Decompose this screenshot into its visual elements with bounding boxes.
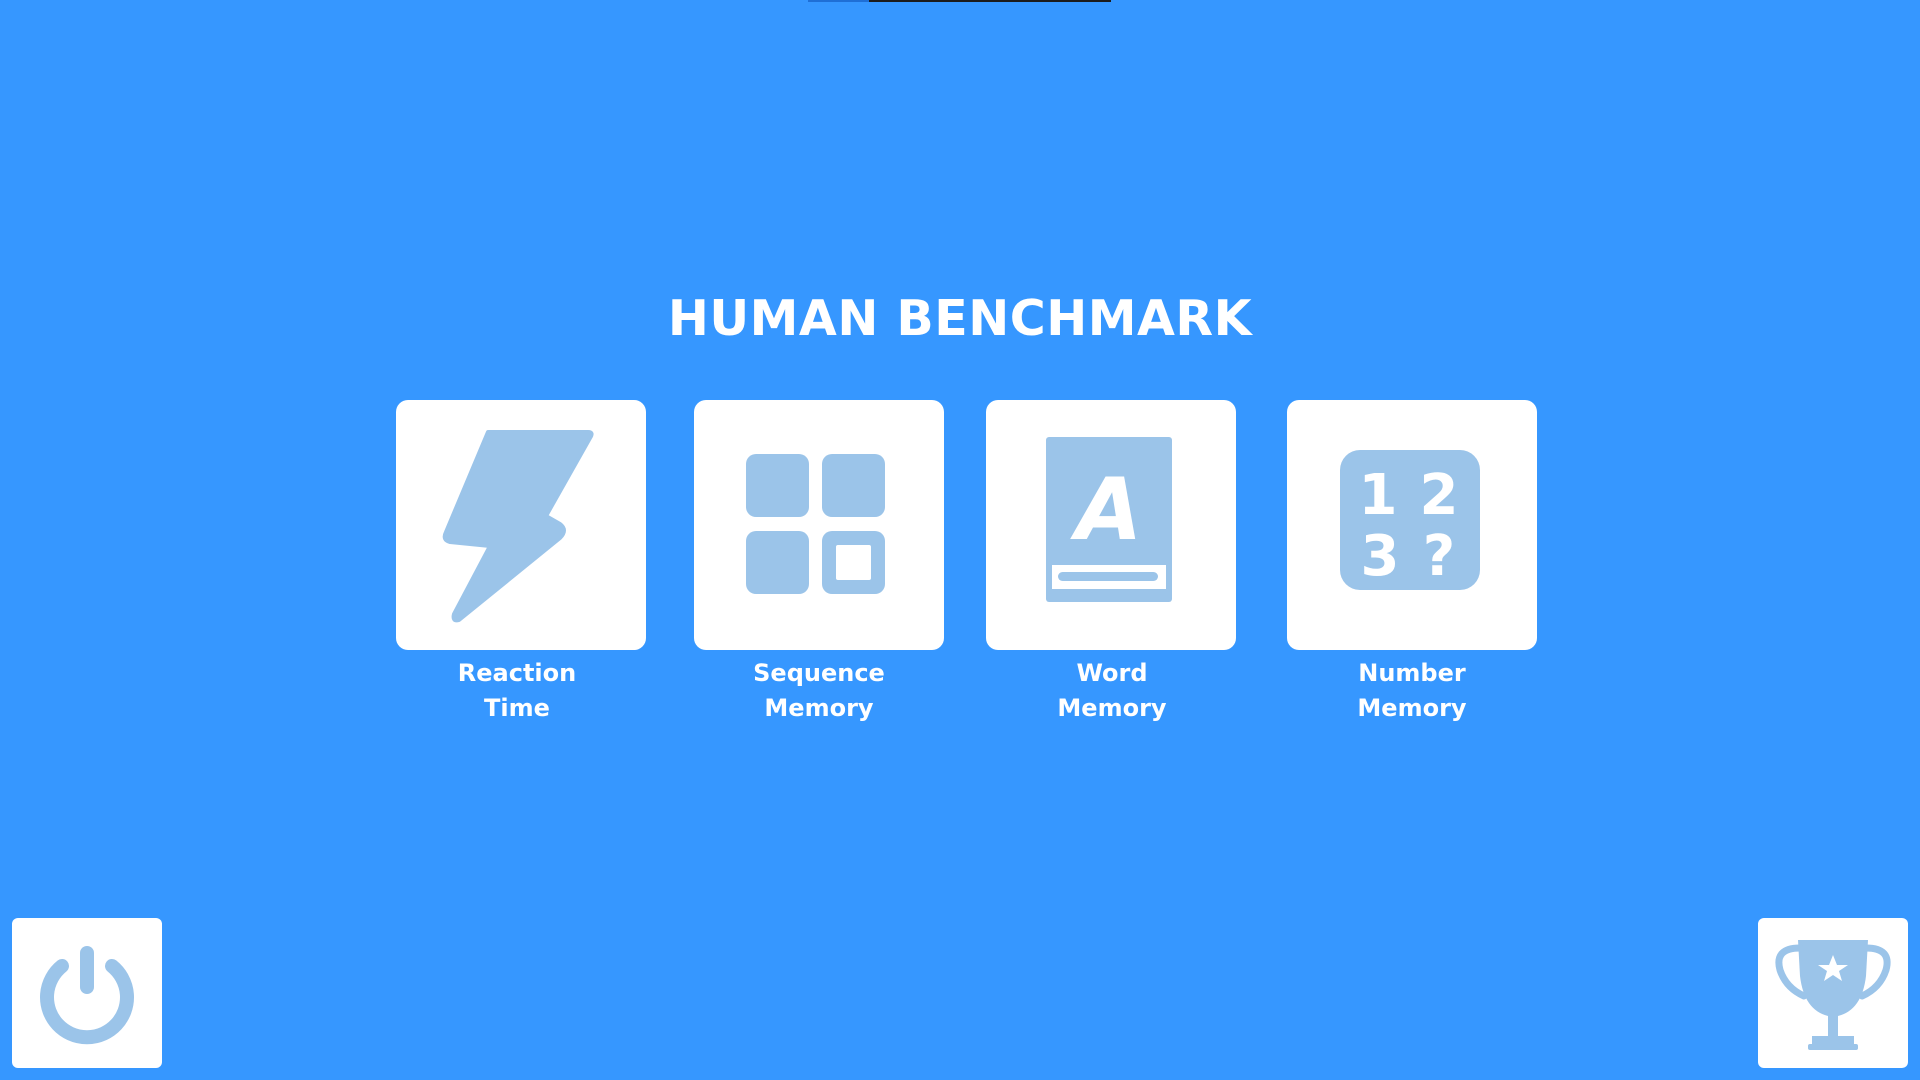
grid-squares-icon (746, 454, 885, 594)
numbers-question-icon: 1 2 3 ? (1340, 450, 1480, 590)
reaction-time-label: Reaction Time (457, 659, 577, 722)
leaderboard-button[interactable] (1758, 918, 1908, 1068)
home-screen: HUMAN BENCHMARK Reaction Time Sequence M… (0, 0, 1920, 1080)
reaction-time-tile[interactable] (396, 400, 646, 650)
number-memory-tile[interactable]: 1 2 3 ? (1287, 400, 1537, 650)
top-progress-indicator (808, 0, 1111, 2)
sequence-memory-label: Sequence Memory (753, 659, 885, 722)
svg-text:1: 1 (1359, 463, 1398, 528)
sequence-memory-tile[interactable] (694, 400, 944, 650)
svg-text:2: 2 (1420, 463, 1459, 528)
word-memory-tile[interactable]: A (986, 400, 1236, 650)
power-icon (40, 946, 134, 1045)
book-letter-a-icon: A (1046, 437, 1172, 602)
progress-fill (808, 0, 869, 2)
svg-text:?: ? (1423, 524, 1455, 589)
svg-text:A: A (1070, 460, 1143, 560)
number-memory-label: Number Memory (1357, 659, 1467, 722)
lightning-bolt-icon (442, 430, 594, 623)
svg-text:3: 3 (1361, 524, 1400, 589)
trophy-icon (1775, 940, 1891, 1050)
page-title: HUMAN BENCHMARK (667, 290, 1253, 347)
word-memory-label: Word Memory (1057, 659, 1167, 722)
power-button[interactable] (12, 918, 162, 1068)
